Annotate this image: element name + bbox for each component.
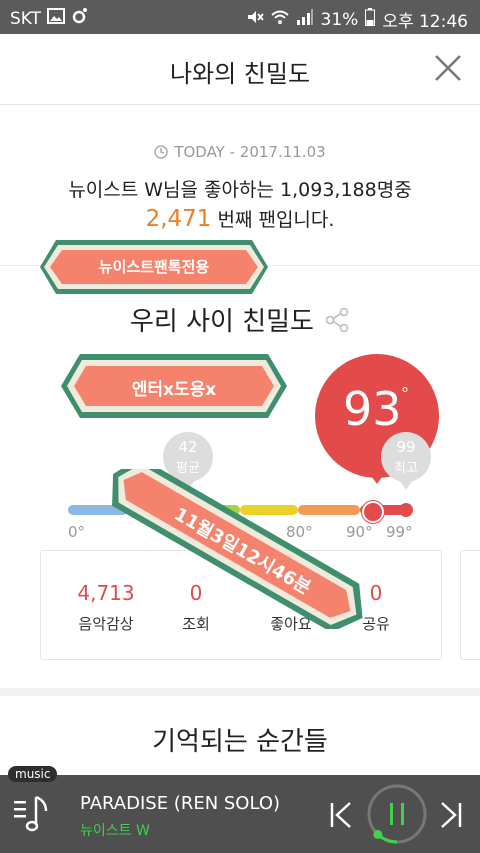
stats-card-next	[460, 550, 480, 660]
previous-button[interactable]	[330, 801, 352, 833]
close-button[interactable]	[432, 52, 464, 84]
status-left: SKT	[10, 7, 89, 30]
close-icon	[435, 55, 461, 81]
wifi-icon	[270, 8, 289, 31]
sticker-fan-only: 뉴이스트팬톡전용	[38, 237, 270, 297]
today-label: TODAY - 2017.11.03	[174, 143, 326, 161]
battery-icon	[365, 8, 376, 31]
clock: 오후 12:46	[382, 12, 468, 32]
section-gap	[0, 688, 480, 696]
music-player[interactable]: music PARADISE (REN SOLO) 뉴이스트 W	[0, 766, 480, 853]
music-badge: music	[8, 766, 58, 782]
tick-label-0: 0°	[68, 523, 86, 541]
max-bubble: 99 최고	[381, 432, 431, 490]
carrier-label: SKT	[10, 8, 42, 29]
fan-rank-number: 2,471	[145, 206, 212, 232]
fan-rank-text: 2,471 번째 팬입니다.	[0, 205, 480, 232]
music-app-icon	[71, 7, 89, 30]
status-right: 31% 오후 12:46	[246, 7, 468, 32]
pause-icon	[367, 784, 427, 844]
track-artist: 뉴이스트 W	[80, 823, 150, 839]
average-value: 42	[178, 438, 198, 456]
status-bar: SKT 31% 오후 12:46	[0, 0, 480, 34]
track-title: PARADISE (REN SOLO)	[80, 793, 281, 814]
sticker-no-repost: 엔터x도용x	[58, 351, 290, 421]
sticker-timestamp: 11월3일12시46분	[98, 457, 388, 633]
intimacy-score: 93	[343, 382, 402, 436]
mute-icon	[246, 8, 264, 31]
next-track-icon	[441, 802, 462, 828]
max-marker	[399, 503, 413, 517]
intimacy-content: TODAY - 2017.11.03 뉴이스트 W님을 좋아하는 1,093,1…	[0, 105, 480, 775]
intimacy-title-text: 우리 사이 친밀도	[130, 307, 314, 337]
share-icon[interactable]	[324, 307, 350, 333]
sticker-no-repost-text: 엔터x도용x	[131, 380, 217, 400]
playlist-music-icon	[14, 795, 48, 832]
tick-label-99: 99°	[386, 523, 413, 541]
intimacy-title: 우리 사이 친밀도	[0, 301, 480, 338]
max-value: 99	[396, 438, 416, 456]
fan-count-text: 뉴이스트 W님을 좋아하는 1,093,188명중	[68, 179, 412, 201]
gallery-icon	[47, 8, 66, 29]
signal-icon	[296, 8, 314, 31]
memories-title: 기억되는 순간들	[152, 727, 328, 757]
app-header: 나와의 친밀도	[0, 34, 480, 105]
pause-button[interactable]	[366, 783, 428, 849]
max-label: 최고	[394, 461, 418, 476]
today-date: TODAY - 2017.11.03	[0, 143, 480, 161]
previous-track-icon	[330, 802, 351, 828]
intimacy-degree: °	[401, 384, 409, 403]
battery-percent: 31%	[320, 9, 359, 30]
clock-icon	[154, 145, 169, 159]
playlist-button[interactable]	[12, 793, 52, 839]
sticker-fan-only-text: 뉴이스트팬톡전용	[98, 258, 210, 276]
next-button[interactable]	[440, 801, 462, 833]
page-title: 나와의 친밀도	[169, 60, 311, 88]
fan-rank-suffix: 번째 팬입니다.	[211, 209, 335, 231]
